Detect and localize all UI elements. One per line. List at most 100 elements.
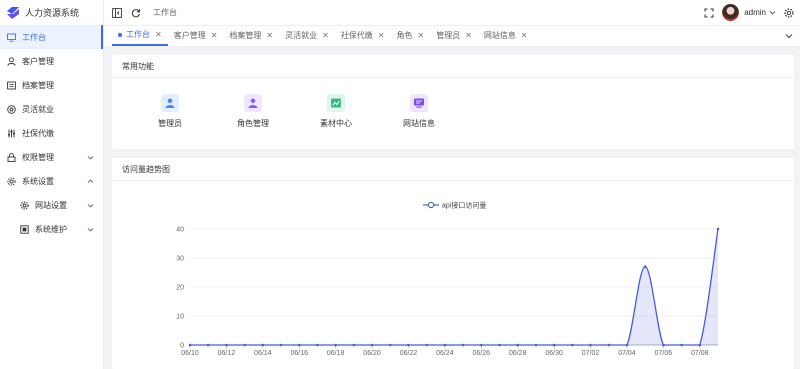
y-tick-label: 40 [176, 227, 184, 234]
visits-trend-title: 访问量趋势图 [112, 158, 794, 181]
data-point [370, 343, 374, 347]
sidebar-item-archives[interactable]: 档案管理 [0, 73, 103, 97]
legend-swatch-marker [427, 201, 435, 209]
data-point [571, 343, 574, 347]
tab-label: 网站信息 [483, 31, 516, 40]
admin-icon [161, 94, 179, 112]
data-point [352, 343, 356, 347]
data-point [480, 343, 483, 347]
sidebar-item-customers[interactable]: 客户管理 [0, 49, 103, 73]
refresh-icon[interactable] [131, 8, 141, 18]
gear-icon [20, 200, 29, 210]
settings-icon [7, 176, 16, 186]
sidebar-item-flexible-employment[interactable]: 灵活就业 [0, 97, 103, 121]
x-tick-label: 06/14 [254, 350, 272, 357]
close-icon[interactable]: ✕ [266, 31, 273, 40]
quick-item-role-management[interactable]: 角色管理 [223, 94, 283, 129]
data-point [461, 343, 465, 347]
tabs-more-chevron-icon[interactable] [784, 31, 794, 41]
username[interactable]: admin [744, 8, 766, 17]
close-icon[interactable]: ✕ [322, 31, 329, 40]
tab-social-security[interactable]: 社保代缴 ✕ [335, 25, 391, 46]
data-point [261, 343, 265, 347]
logo[interactable]: 人力资源系统 [0, 0, 103, 25]
archive-icon [7, 81, 16, 90]
y-tick-label: 10 [176, 314, 184, 321]
quick-item-website-info[interactable]: 网站信息 [389, 94, 449, 129]
x-tick-label: 07/02 [582, 350, 600, 357]
sidebar-item-label: 客户管理 [22, 56, 54, 66]
data-point [516, 343, 520, 347]
settings-gear-icon[interactable] [784, 7, 794, 18]
x-tick-label: 06/22 [400, 350, 418, 357]
quick-item-label: 网站信息 [403, 119, 435, 128]
data-point [388, 343, 392, 347]
main-content: 常用功能 管理员 角色管理 素材中心 网站信息 访问量趋势图 0 10 20 30 40… [104, 47, 800, 369]
tab-website-info[interactable]: 网站信息 ✕ [478, 25, 534, 46]
close-icon[interactable]: ✕ [418, 31, 425, 40]
sidebar-item-label: 工作台 [22, 32, 46, 42]
x-tick-label: 06/24 [436, 350, 454, 357]
y-tick-label: 0 [180, 343, 184, 350]
close-icon[interactable]: ✕ [378, 31, 385, 40]
sidebar-item-website-settings[interactable]: 网站设置 [0, 193, 103, 217]
quick-item-media-center[interactable]: 素材中心 [306, 94, 366, 129]
close-icon[interactable]: ✕ [155, 30, 162, 39]
sidebar-item-label: 权限管理 [22, 152, 54, 162]
chevron-down-icon[interactable] [769, 8, 776, 18]
x-tick-label: 06/26 [473, 350, 491, 357]
tab-label: 客户管理 [173, 31, 206, 40]
collapse-sidebar-icon[interactable] [112, 7, 122, 18]
data-point [680, 343, 683, 347]
sidebar-item-label: 网站设置 [35, 200, 67, 210]
sidebar-item-system-settings[interactable]: 系统设置 [0, 169, 103, 193]
quick-item-admin[interactable]: 管理员 [140, 94, 200, 129]
tab-label: 角色 [396, 31, 413, 40]
x-tick-label: 06/16 [290, 350, 308, 357]
x-tick-label: 06/20 [363, 350, 381, 357]
chevron-down-icon [87, 154, 94, 161]
sidebar-item-system-maintenance[interactable]: 系统维护 [0, 217, 103, 241]
sidebar-item-social-security[interactable]: 社保代缴 [0, 121, 103, 145]
tab-workbench[interactable]: 工作台 ✕ [112, 25, 168, 46]
data-point [498, 343, 501, 347]
sidebar-item-workbench[interactable]: 工作台 [0, 25, 103, 49]
top-header: 工作台 admin [104, 0, 800, 25]
chevron-down-icon [87, 226, 94, 233]
data-point [552, 343, 556, 347]
tab-label: 档案管理 [229, 31, 262, 40]
sliders-icon [7, 129, 16, 138]
monitor-icon [7, 33, 16, 42]
data-point [279, 343, 283, 347]
data-point [297, 343, 301, 347]
tab-archives[interactable]: 档案管理 ✕ [223, 25, 279, 46]
role-icon [244, 94, 262, 112]
chevron-up-icon [87, 178, 94, 185]
tab-customers[interactable]: 客户管理 ✕ [168, 25, 224, 46]
sidebar-item-permissions[interactable]: 权限管理 [0, 145, 103, 169]
data-point [334, 343, 337, 347]
sidebar-item-label: 系统设置 [22, 176, 54, 186]
quick-functions-grid: 管理员 角色管理 素材中心 网站信息 [112, 78, 794, 148]
lock-icon [7, 152, 16, 162]
x-tick-label: 07/06 [655, 350, 673, 357]
tab-admins[interactable]: 管理员 ✕ [430, 25, 478, 46]
data-point [188, 343, 192, 347]
tab-flexible-employment[interactable]: 灵活就业 ✕ [279, 25, 335, 46]
quick-item-label: 管理员 [158, 119, 182, 128]
maintenance-icon [20, 224, 29, 234]
close-icon[interactable]: ✕ [465, 31, 472, 40]
data-point [534, 343, 538, 347]
app-title: 人力资源系统 [25, 8, 80, 18]
quick-functions-card: 常用功能 管理员 角色管理 素材中心 网站信息 [112, 55, 794, 149]
x-tick-label: 06/10 [181, 350, 199, 357]
close-icon[interactable]: ✕ [211, 31, 218, 40]
media-icon [327, 94, 345, 112]
fullscreen-icon[interactable] [704, 8, 714, 18]
close-icon[interactable]: ✕ [521, 31, 528, 40]
x-tick-label: 07/08 [691, 350, 709, 357]
avatar[interactable] [722, 4, 740, 21]
visits-trend-card: 访问量趋势图 0 10 20 30 40 06/10 06/12 06/14 06/16 06/1… [112, 158, 794, 369]
sidebar-item-label: 社保代缴 [22, 128, 54, 138]
tab-roles[interactable]: 角色 ✕ [391, 25, 431, 46]
